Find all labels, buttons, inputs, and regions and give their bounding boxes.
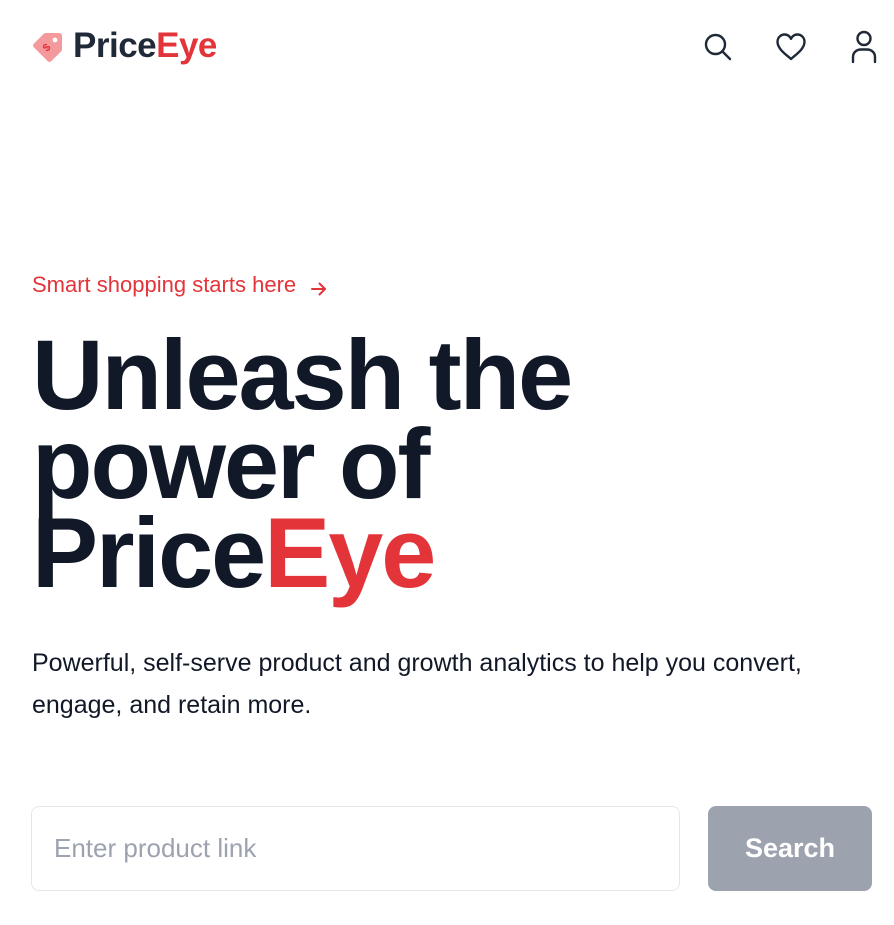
site-header: $ PriceEye — [0, 0, 894, 94]
headline-line-3: PriceEye — [32, 503, 862, 602]
product-link-input[interactable] — [31, 806, 680, 891]
eyebrow-text: Smart shopping starts here — [32, 272, 297, 297]
headline-line-1: Unleash the — [32, 319, 573, 430]
arrow-right-icon — [310, 276, 328, 296]
hero-headline: Unleash the power of PriceEye — [32, 319, 862, 602]
search-button[interactable]: Search — [708, 806, 872, 891]
headline-brand-primary: Price — [32, 497, 266, 608]
price-tag-icon: $ — [32, 30, 64, 62]
eyebrow-link[interactable]: Smart shopping starts here — [32, 270, 328, 300]
heart-icon[interactable] — [771, 27, 811, 67]
headline-line-2: power of — [32, 408, 430, 519]
headline-brand-accent: Eye — [264, 497, 436, 608]
brand-name-primary: Price — [73, 26, 157, 65]
brand-name-accent: Eye — [156, 26, 217, 65]
user-icon[interactable] — [844, 27, 884, 67]
brand-name: PriceEye — [73, 24, 217, 68]
search-icon[interactable] — [698, 27, 738, 67]
brand-logo[interactable]: $ PriceEye — [32, 24, 217, 68]
hero-subtitle: Powerful, self-serve product and growth … — [32, 649, 802, 719]
landing-page: $ PriceEye Smart shopping starts here Un… — [0, 0, 894, 925]
header-actions — [698, 27, 884, 67]
